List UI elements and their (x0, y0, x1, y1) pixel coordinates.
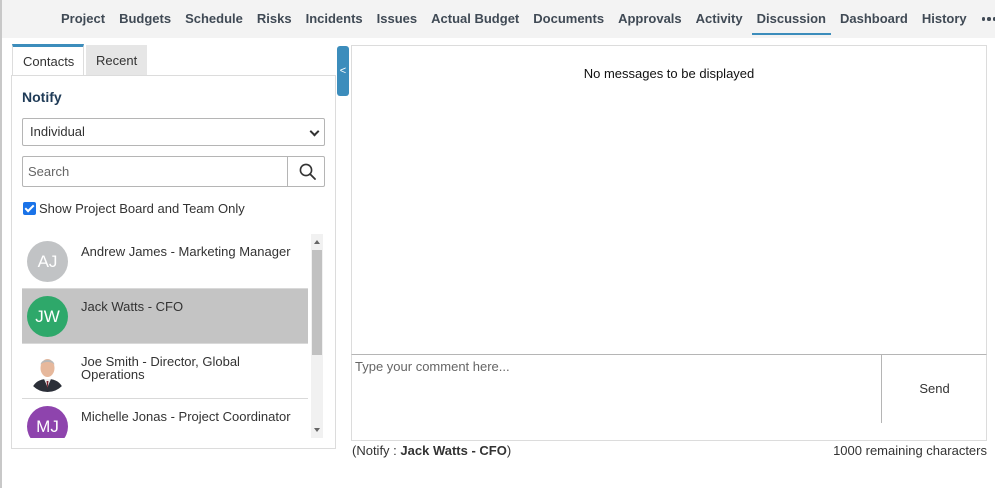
collapse-sidebar-button[interactable]: < (337, 46, 349, 96)
contact-list: AJ Andrew James - Marketing Manager JW Jack… (22, 234, 308, 438)
contact-name: Andrew James - Marketing Manager (81, 244, 291, 259)
checkbox-checked-icon (23, 202, 36, 215)
chevron-down-icon (309, 126, 320, 137)
tab-documents[interactable]: Documents (526, 0, 611, 38)
tab-budgets[interactable]: Budgets (112, 0, 178, 38)
contact-name: Michelle Jonas - Project Coordinator (81, 409, 291, 424)
comment-composer: Send (351, 354, 987, 441)
tab-actual-budget[interactable]: Actual Budget (424, 0, 526, 38)
comment-input[interactable] (352, 355, 880, 423)
remaining-characters: 1000 remaining characters (833, 443, 987, 458)
avatar: JW (27, 296, 68, 337)
contact-item[interactable]: Joe Smith - Director, Global Operations (22, 344, 308, 399)
tab-incidents[interactable]: Incidents (299, 0, 370, 38)
message-area: No messages to be displayed (351, 45, 987, 355)
search-icon (299, 163, 316, 180)
tab-dashboard[interactable]: Dashboard (833, 0, 915, 38)
left-border (0, 38, 2, 488)
search-box (22, 156, 325, 187)
show-board-checkbox[interactable]: Show Project Board and Team Only (23, 201, 245, 216)
tab-discussion[interactable]: Discussion (750, 0, 833, 38)
avatar: MJ (27, 406, 68, 438)
empty-message: No messages to be displayed (583, 66, 755, 81)
contact-name: Jack Watts - CFO (81, 299, 184, 314)
send-button[interactable]: Send (881, 355, 987, 423)
tab-issues[interactable]: Issues (370, 0, 424, 38)
notify-title: Notify (22, 89, 62, 105)
contact-item[interactable]: AJ Andrew James - Marketing Manager (22, 234, 308, 289)
contacts-panel: Notify Individual Show Project Board and… (11, 75, 336, 449)
nav-tabs: Project Budgets Schedule Risks Incidents Issu… (54, 0, 995, 38)
tab-history[interactable]: History (915, 0, 974, 38)
notify-suffix: ) (506, 443, 512, 458)
tab-risks[interactable]: Risks (250, 0, 299, 38)
show-board-label: Show Project Board and Team Only (39, 201, 245, 216)
tab-activity[interactable]: Activity (689, 0, 750, 38)
notify-type-value: Individual (30, 124, 85, 139)
scroll-up-icon[interactable] (314, 240, 320, 244)
notify-recipient: Jack Watts - CFO (400, 443, 507, 458)
ellipsis-icon[interactable] (974, 0, 995, 38)
tab-project[interactable]: Project (54, 0, 112, 38)
scroll-thumb[interactable] (312, 250, 322, 355)
notify-prefix: (Notify : (352, 443, 401, 458)
contact-item[interactable]: MJ Michelle Jonas - Project Coordinator (22, 399, 308, 438)
top-navigation: Project Budgets Schedule Risks Incidents Issu… (0, 0, 995, 38)
contact-list-scrollbar[interactable] (311, 234, 323, 438)
avatar: AJ (27, 241, 68, 282)
avatar (27, 351, 68, 392)
search-input[interactable] (23, 157, 288, 186)
search-button[interactable] (287, 157, 324, 186)
notify-summary: (Notify : Jack Watts - CFO) (352, 443, 511, 458)
tab-recent[interactable]: Recent (86, 45, 147, 75)
tab-contacts[interactable]: Contacts (12, 44, 84, 75)
tab-schedule[interactable]: Schedule (178, 0, 250, 38)
contact-name: Joe Smith - Director, Global Operations (81, 354, 240, 382)
tab-approvals[interactable]: Approvals (611, 0, 689, 38)
sidebar-tabs: Contacts Recent (12, 44, 147, 75)
scroll-down-icon[interactable] (314, 428, 320, 432)
contact-item[interactable]: JW Jack Watts - CFO (22, 289, 308, 344)
notify-type-select[interactable]: Individual (22, 118, 325, 146)
